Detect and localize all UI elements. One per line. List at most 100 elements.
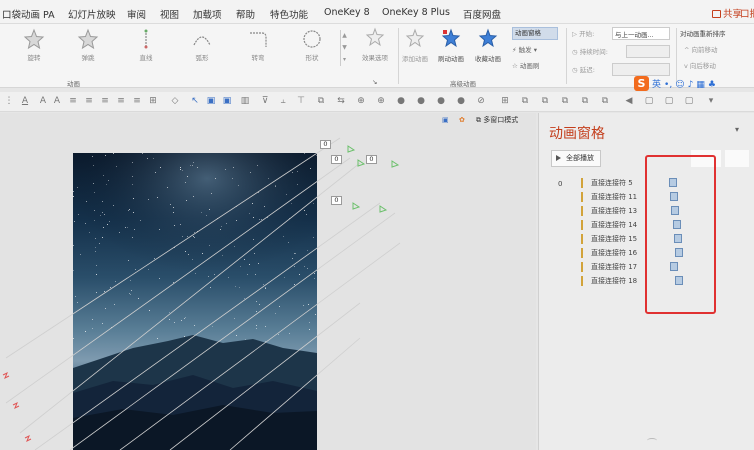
increase-font-icon[interactable]: A	[52, 96, 62, 107]
animation-group-launcher-icon[interactable]: ↘	[372, 78, 377, 86]
image-icon[interactable]: ▣	[206, 96, 216, 107]
intersect-icon[interactable]: ●	[416, 96, 426, 107]
view-grid-icon[interactable]: ▣	[442, 116, 449, 124]
arrange-icon[interactable]: ⧉	[580, 96, 590, 107]
distribute-icon[interactable]: ≡	[116, 96, 126, 107]
menu-help[interactable]: 帮助	[236, 7, 255, 21]
effect-options-button[interactable]: 效果选项	[354, 27, 396, 62]
menu-review[interactable]: 审阅	[127, 7, 146, 21]
pane-options-icon[interactable]: ▾	[735, 125, 739, 134]
send-backward-icon[interactable]: ⧉	[540, 96, 550, 107]
comment-button[interactable]: 口批	[740, 6, 754, 20]
star	[111, 327, 112, 328]
microphone-icon[interactable]: ♪	[688, 80, 694, 90]
anim-line-path-button[interactable]: 直线	[126, 28, 166, 62]
punctuation-icon[interactable]: •,	[664, 80, 672, 90]
timing-duration-input[interactable]	[626, 45, 670, 58]
union-icon[interactable]: ●	[396, 96, 406, 107]
star	[185, 182, 186, 183]
subtract-icon[interactable]: ●	[436, 96, 446, 107]
flip-icon[interactable]: ⇆	[336, 96, 346, 107]
combine-icon[interactable]: ⊕	[376, 96, 386, 107]
animation-gallery-scroll[interactable]: ▲ ▼ ▾	[340, 30, 348, 66]
menu-slideshow[interactable]: 幻灯片放映	[68, 7, 116, 21]
ime-mode-toggle[interactable]: 英	[652, 80, 661, 90]
arrow-left-icon[interactable]: ◀	[624, 96, 634, 107]
align-justify-icon[interactable]: ≡	[100, 96, 110, 107]
star	[127, 227, 128, 228]
align-center-icon[interactable]: ≡	[84, 96, 94, 107]
shape-icon[interactable]: ◇	[170, 96, 180, 107]
animation-order-tag[interactable]: 0	[331, 196, 342, 205]
gallery-more-icon[interactable]: ▾	[341, 54, 348, 66]
star	[95, 238, 96, 239]
menu-onekey8[interactable]: OneKey 8	[324, 7, 370, 18]
anim-spin-button[interactable]: 旋转	[14, 28, 54, 62]
star	[197, 167, 198, 168]
crop-icon[interactable]: ⊘	[476, 96, 486, 107]
animation-brush-button[interactable]: ☆ 动画刷	[512, 60, 539, 70]
trigger-button[interactable]: ⚡ 触发 ▾	[512, 44, 537, 54]
star	[94, 210, 95, 211]
menu-view[interactable]: 视图	[160, 7, 179, 21]
move-earlier-button[interactable]: ^ 向前移动	[684, 44, 718, 54]
star	[167, 187, 168, 188]
animation-order-tag[interactable]: 0	[366, 155, 377, 164]
star	[73, 196, 74, 197]
align-top-icon[interactable]: ⊤	[296, 96, 306, 107]
fragment-icon[interactable]: ●	[456, 96, 466, 107]
align-left-icon[interactable]: ≡	[68, 96, 78, 107]
multi-window-mode-button[interactable]: ⧉ 多窗口模式	[476, 115, 518, 125]
merge-icon[interactable]: ⊕	[356, 96, 366, 107]
brush-animation-button[interactable]: 刷动动画	[438, 28, 464, 63]
add-animation-button[interactable]: 添加动画	[402, 28, 428, 63]
box3-icon[interactable]: ▢	[684, 96, 694, 107]
group-icon[interactable]: ⧉	[316, 96, 326, 107]
picture-icon[interactable]: ▣	[222, 96, 232, 107]
star	[261, 219, 262, 220]
emoji-icon[interactable]: ☺	[675, 80, 684, 90]
move-later-button[interactable]: v 向后移动	[684, 60, 716, 70]
anim-turn-path-button[interactable]: 转弯	[238, 28, 278, 62]
copy-format-icon[interactable]: ⧉	[600, 96, 610, 107]
font-color-icon[interactable]: A	[20, 96, 30, 107]
bring-forward-icon[interactable]: ⧉	[520, 96, 530, 107]
box2-icon[interactable]: ▢	[664, 96, 674, 107]
animation-order-tag[interactable]: 0	[320, 140, 331, 149]
anim-arc-path-button[interactable]: 弧形	[182, 28, 222, 62]
view-settings-icon[interactable]: ✿	[459, 116, 465, 124]
favorite-animation-button[interactable]: 收藏动画	[475, 28, 501, 63]
line-path-icon	[144, 29, 148, 49]
anim-shape-path-button[interactable]: 形状	[292, 28, 332, 62]
select-icon[interactable]: ↖	[190, 96, 200, 107]
chart-icon[interactable]: ▥	[240, 96, 250, 107]
sogou-ime-bar[interactable]: S 英 •, ☺ ♪ ▦ ♣	[634, 76, 716, 92]
timing-start-select[interactable]: 与上一动画...	[612, 27, 670, 40]
menu-baidu-netdisk[interactable]: 百度网盘	[463, 7, 501, 21]
size-icon[interactable]: ⊞	[500, 96, 510, 107]
table-icon[interactable]: ⊞	[148, 96, 158, 107]
skin-icon[interactable]: ♣	[708, 80, 716, 90]
anim-bounce-button[interactable]: 弹跳	[68, 28, 108, 62]
toolbar-more-icon[interactable]: ▾	[706, 96, 716, 107]
distribute-horizontal-icon[interactable]: ⫠	[278, 96, 288, 107]
menu-pocket-animation[interactable]: 口袋动画 PA	[2, 7, 55, 21]
layer-icon[interactable]: ⧉	[560, 96, 570, 107]
align-right-icon[interactable]: ≡	[132, 96, 142, 107]
keyboard-icon[interactable]: ▦	[696, 80, 705, 90]
timing-delay-input[interactable]	[612, 63, 670, 76]
scroll-up-icon[interactable]: ▲	[341, 30, 348, 42]
menu-special-features[interactable]: 特色功能	[270, 7, 308, 21]
slide-night-sky-image[interactable]	[73, 153, 317, 450]
animation-pane-toggle[interactable]: 动画窗格	[512, 27, 558, 40]
menu-onekey8-plus[interactable]: OneKey 8 Plus	[382, 7, 450, 18]
decrease-font-icon[interactable]: A	[38, 96, 48, 107]
filter-icon[interactable]: ⊽	[260, 96, 270, 107]
animation-order-tag[interactable]: 0	[331, 155, 342, 164]
play-all-button[interactable]: 全部播放	[551, 150, 601, 167]
box-icon[interactable]: ▢	[644, 96, 654, 107]
scroll-down-icon[interactable]: ▼	[341, 42, 348, 54]
quick-format-toolbar: ⋮ A A A ≡ ≡ ≡ ≡ ≡ ⊞ ◇ ↖ ▣ ▣ ▥ ⊽ ⫠ ⊤ ⧉ ⇆ …	[0, 92, 754, 112]
share-button[interactable]: 共享	[712, 6, 742, 20]
menu-addins[interactable]: 加载项	[193, 7, 222, 21]
